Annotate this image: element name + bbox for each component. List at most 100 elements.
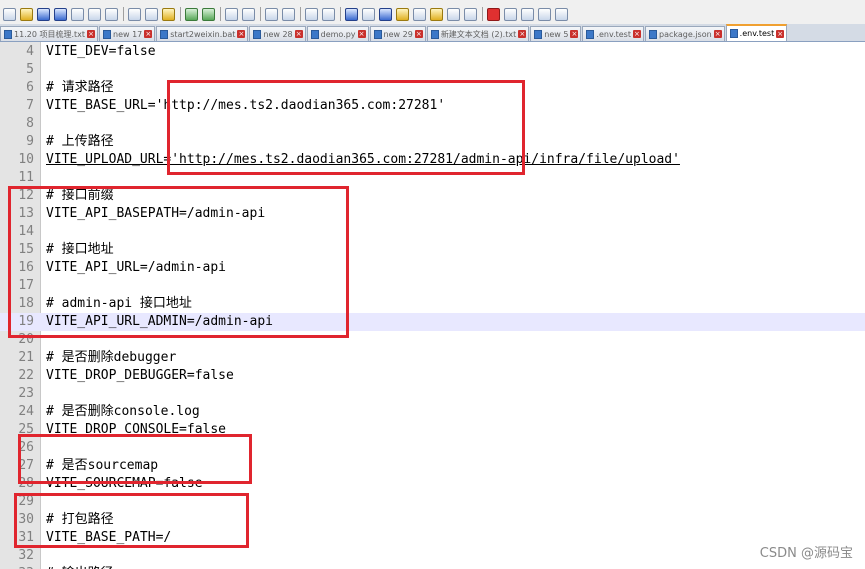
file-tab[interactable]: 11.20 项目梳理.txt ×	[0, 26, 98, 41]
close-all-icon[interactable]	[88, 7, 101, 21]
code-line[interactable]: 33 # 输出路径	[0, 565, 865, 569]
save-macro-icon[interactable]	[555, 7, 568, 21]
code-line[interactable]: 22 VITE_DROP_DEBUGGER=false	[0, 367, 865, 385]
folder-workspace-icon[interactable]	[430, 7, 443, 21]
print-icon[interactable]	[105, 7, 118, 21]
close-tab-icon[interactable]: ×	[570, 30, 579, 38]
code-text: VITE_DROP_DEBUGGER=false	[46, 368, 234, 383]
code-line[interactable]: 21 # 是否删除debugger	[0, 349, 865, 367]
new-file-icon[interactable]	[3, 7, 16, 21]
file-tab[interactable]: new 28 ×	[249, 26, 306, 41]
toolbar-separator	[300, 7, 301, 21]
play-macro-icon[interactable]	[521, 7, 534, 21]
file-saved-icon	[373, 29, 382, 39]
open-file-icon[interactable]	[20, 7, 33, 21]
toolbar-separator	[123, 7, 124, 21]
indent-guide-icon[interactable]	[379, 7, 392, 21]
sync-horizontal-icon[interactable]	[322, 7, 335, 21]
zoom-in-icon[interactable]	[265, 7, 278, 21]
monitoring-icon[interactable]	[464, 7, 477, 21]
toolbar-separator	[220, 7, 221, 21]
file-tab[interactable]: demo.py ×	[306, 26, 369, 41]
undo-icon[interactable]	[185, 7, 198, 21]
file-tab-label: new 29	[383, 29, 413, 39]
highlight-box-sourcemap	[18, 434, 252, 484]
tab-bar: 11.20 项目梳理.txt × new 17 × start2weixin.bat × n…	[0, 24, 865, 42]
code-line[interactable]: 23	[0, 385, 865, 403]
redo-icon[interactable]	[202, 7, 215, 21]
zoom-out-icon[interactable]	[282, 7, 295, 21]
file-tab[interactable]: new 5 ×	[530, 26, 582, 41]
close-icon[interactable]	[71, 7, 84, 21]
toolbar-separator	[482, 7, 483, 21]
toolbar-separator	[260, 7, 261, 21]
file-tab[interactable]: new 29 ×	[369, 26, 426, 41]
file-tab[interactable]: .env.test ×	[582, 26, 644, 41]
file-tab-label: new 28	[263, 29, 293, 39]
code-line[interactable]: 5	[0, 61, 865, 79]
highlight-box-request-paths	[167, 80, 525, 175]
close-tab-icon[interactable]: ×	[776, 29, 785, 38]
line-number: 22	[18, 368, 34, 383]
file-tab-label: new 5	[544, 29, 569, 39]
code-line[interactable]: 4 VITE_DEV=false	[0, 43, 865, 61]
file-saved-icon	[310, 29, 319, 39]
line-number: 21	[18, 350, 34, 365]
document-map-icon[interactable]	[413, 7, 426, 21]
line-number: 6	[26, 80, 34, 95]
find-icon[interactable]	[225, 7, 238, 21]
close-tab-icon[interactable]: ×	[357, 30, 366, 38]
highlight-box-api-settings	[8, 186, 349, 338]
close-tab-icon[interactable]: ×	[87, 30, 95, 38]
file-tab[interactable]: new 17 ×	[99, 26, 156, 41]
paste-icon[interactable]	[162, 7, 175, 21]
line-number: 9	[26, 134, 34, 149]
file-tab[interactable]: start2weixin.bat ×	[156, 26, 249, 41]
code-text: # 是否删除debugger	[46, 350, 177, 365]
line-number: 10	[18, 152, 34, 167]
record-macro-icon[interactable]	[487, 7, 500, 21]
save-all-icon[interactable]	[54, 7, 67, 21]
run-macro-multiple-icon[interactable]	[538, 7, 551, 21]
show-all-characters-icon[interactable]	[362, 7, 375, 21]
line-number: 7	[26, 98, 34, 113]
file-tab[interactable]: .env.test ×	[725, 24, 788, 41]
code-text: # 输出路径	[46, 565, 114, 569]
close-tab-icon[interactable]: ×	[414, 30, 423, 38]
file-saved-icon	[253, 29, 262, 39]
word-wrap-icon[interactable]	[345, 7, 358, 21]
copy-icon[interactable]	[145, 7, 158, 21]
language-icon[interactable]	[396, 7, 409, 21]
file-saved-icon	[586, 29, 595, 39]
line-number: 33	[0, 565, 34, 569]
file-tab-label: start2weixin.bat	[170, 29, 236, 39]
function-list-icon[interactable]	[447, 7, 460, 21]
sync-vertical-icon[interactable]	[305, 7, 318, 21]
close-tab-icon[interactable]: ×	[294, 30, 303, 38]
file-tab[interactable]: package.json ×	[644, 26, 725, 41]
code-text: VITE_DEV=false	[46, 44, 156, 59]
file-tab-label: .env.test	[596, 29, 631, 39]
file-saved-icon	[534, 29, 543, 39]
file-saved-icon	[729, 29, 738, 38]
close-tab-icon[interactable]: ×	[237, 30, 246, 38]
code-line[interactable]: 32	[0, 547, 865, 565]
code-line[interactable]: 24 # 是否删除console.log	[0, 403, 865, 421]
close-tab-icon[interactable]: ×	[632, 30, 641, 38]
replace-icon[interactable]	[242, 7, 255, 21]
code-text: # 上传路径	[46, 134, 114, 149]
line-number: 4	[26, 44, 34, 59]
stop-macro-icon[interactable]	[504, 7, 517, 21]
save-icon[interactable]	[37, 7, 50, 21]
close-tab-icon[interactable]: ×	[713, 30, 722, 38]
close-tab-icon[interactable]: ×	[144, 30, 153, 38]
toolbar-separator	[340, 7, 341, 21]
cut-icon[interactable]	[128, 7, 141, 21]
file-saved-icon	[160, 29, 169, 39]
file-tab[interactable]: 新建文本文档 (2).txt ×	[426, 26, 530, 41]
close-tab-icon[interactable]: ×	[518, 30, 527, 38]
line-number: 32	[18, 548, 34, 563]
code-text: # 请求路径	[46, 80, 114, 95]
toolbar-separator	[180, 7, 181, 21]
file-tab-label: 新建文本文档 (2).txt	[440, 29, 517, 39]
